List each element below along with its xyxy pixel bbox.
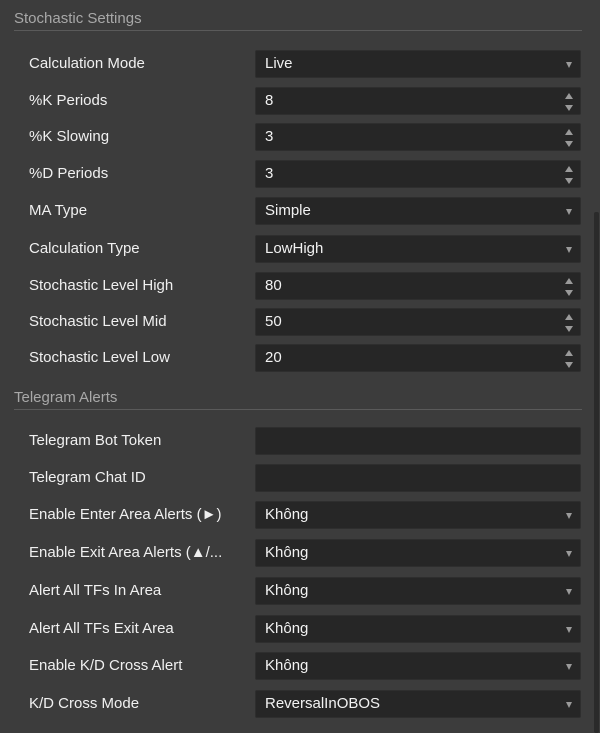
- enable-kd-cross-alert-select[interactable]: Không: [255, 652, 581, 680]
- setting-row-telegram-chat-id: Telegram Chat ID: [0, 462, 600, 494]
- setting-label: MA Type: [29, 202, 88, 219]
- alert-all-tfs-in-area-select[interactable]: Không: [255, 577, 581, 605]
- section-header-stochastic-settings: Stochastic Settings: [14, 9, 582, 31]
- scrollbar-thumb[interactable]: [594, 212, 599, 733]
- spinner-up-icon[interactable]: [565, 129, 573, 135]
- chevron-down-icon: [566, 664, 572, 670]
- k-periods-input[interactable]: 8: [255, 87, 581, 115]
- vertical-scrollbar[interactable]: [593, 0, 600, 733]
- select-value: LowHigh: [265, 240, 324, 257]
- telegram-bot-token-input[interactable]: [255, 427, 581, 455]
- kd-cross-mode-select[interactable]: ReversalInOBOS: [255, 690, 581, 718]
- input-value: 80: [265, 277, 282, 294]
- stochastic-level-mid-input[interactable]: 50: [255, 308, 581, 336]
- select-value: ReversalInOBOS: [265, 695, 381, 712]
- setting-label: Enable Enter Area Alerts (►): [29, 506, 222, 523]
- select-value: Không: [265, 582, 309, 599]
- spinner-control[interactable]: [565, 350, 573, 368]
- spinner-control[interactable]: [565, 314, 573, 332]
- select-value: Không: [265, 544, 309, 561]
- section-header-telegram-alerts: Telegram Alerts: [14, 388, 582, 410]
- alert-all-tfs-exit-area-select[interactable]: Không: [255, 615, 581, 643]
- enable-exit-area-alerts-select[interactable]: Không: [255, 539, 581, 567]
- spinner-up-icon[interactable]: [565, 350, 573, 356]
- setting-label: Alert All TFs In Area: [29, 582, 162, 599]
- setting-row-ma-type: MA Type Simple: [0, 195, 600, 227]
- stochastic-level-high-input[interactable]: 80: [255, 272, 581, 300]
- chevron-down-icon: [566, 627, 572, 633]
- setting-label: Telegram Bot Token: [29, 432, 162, 449]
- setting-label: Calculation Mode: [29, 55, 145, 72]
- chevron-down-icon: [566, 513, 572, 519]
- spinner-control[interactable]: [565, 166, 573, 184]
- setting-row-calculation-type: Calculation Type LowHigh: [0, 233, 600, 265]
- select-value: Live: [265, 55, 293, 72]
- select-value: Không: [265, 620, 309, 637]
- setting-label: %K Slowing: [29, 128, 110, 145]
- calculation-mode-select[interactable]: Live: [255, 50, 581, 78]
- settings-panel: Stochastic Settings Calculation Mode Liv…: [0, 0, 600, 733]
- chevron-down-icon: [566, 702, 572, 708]
- setting-label: Stochastic Level Low: [29, 349, 170, 366]
- chevron-down-icon: [566, 589, 572, 595]
- setting-label: Enable K/D Cross Alert: [29, 657, 183, 674]
- select-value: Simple: [265, 202, 311, 219]
- setting-label: %K Periods: [29, 92, 108, 109]
- setting-row-k-slowing: %K Slowing 3: [0, 121, 600, 153]
- setting-row-stochastic-level-low: Stochastic Level Low 20: [0, 342, 600, 374]
- enable-enter-area-alerts-select[interactable]: Không: [255, 501, 581, 529]
- ma-type-select[interactable]: Simple: [255, 197, 581, 225]
- setting-label: K/D Cross Mode: [29, 695, 140, 712]
- chevron-down-icon: [566, 62, 572, 68]
- setting-label: Calculation Type: [29, 240, 140, 257]
- setting-row-kd-cross-mode: K/D Cross Mode ReversalInOBOS: [0, 688, 600, 720]
- chevron-down-icon: [566, 247, 572, 253]
- select-value: Không: [265, 506, 309, 523]
- setting-label: Enable Exit Area Alerts (▲/...: [29, 544, 223, 561]
- setting-label: Stochastic Level Mid: [29, 313, 167, 330]
- stochastic-level-low-input[interactable]: 20: [255, 344, 581, 372]
- setting-label: Telegram Chat ID: [29, 469, 146, 486]
- input-value: 20: [265, 349, 282, 366]
- setting-row-enable-enter-area-alerts: Enable Enter Area Alerts (►) Không: [0, 499, 600, 531]
- spinner-down-icon[interactable]: [565, 141, 573, 147]
- setting-row-k-periods: %K Periods 8: [0, 85, 600, 117]
- spinner-up-icon[interactable]: [565, 314, 573, 320]
- chevron-down-icon: [566, 209, 572, 215]
- spinner-up-icon[interactable]: [565, 278, 573, 284]
- setting-row-stochastic-level-high: Stochastic Level High 80: [0, 270, 600, 302]
- telegram-chat-id-input[interactable]: [255, 464, 581, 492]
- d-periods-input[interactable]: 3: [255, 160, 581, 188]
- setting-label: Stochastic Level High: [29, 277, 174, 294]
- select-value: Không: [265, 657, 309, 674]
- setting-row-alert-all-tfs-in-area: Alert All TFs In Area Không: [0, 575, 600, 607]
- k-slowing-input[interactable]: 3: [255, 123, 581, 151]
- chevron-down-icon: [566, 551, 572, 557]
- input-value: 3: [265, 165, 274, 182]
- input-value: 50: [265, 313, 282, 330]
- setting-row-calculation-mode: Calculation Mode Live: [0, 48, 600, 80]
- spinner-down-icon[interactable]: [565, 178, 573, 184]
- setting-row-enable-exit-area-alerts: Enable Exit Area Alerts (▲/... Không: [0, 537, 600, 569]
- setting-row-d-periods: %D Periods 3: [0, 158, 600, 190]
- setting-label: Alert All TFs Exit Area: [29, 620, 174, 637]
- spinner-down-icon[interactable]: [565, 362, 573, 368]
- spinner-down-icon[interactable]: [565, 290, 573, 296]
- spinner-control[interactable]: [565, 278, 573, 296]
- spinner-up-icon[interactable]: [565, 166, 573, 172]
- setting-row-telegram-bot-token: Telegram Bot Token: [0, 425, 600, 457]
- spinner-control[interactable]: [565, 129, 573, 147]
- setting-row-stochastic-level-mid: Stochastic Level Mid 50: [0, 306, 600, 338]
- calculation-type-select[interactable]: LowHigh: [255, 235, 581, 263]
- spinner-down-icon[interactable]: [565, 105, 573, 111]
- input-value: 8: [265, 92, 274, 109]
- setting-row-alert-all-tfs-exit-area: Alert All TFs Exit Area Không: [0, 613, 600, 645]
- input-value: 3: [265, 128, 274, 145]
- spinner-down-icon[interactable]: [565, 326, 573, 332]
- setting-label: %D Periods: [29, 165, 109, 182]
- setting-row-enable-kd-cross-alert: Enable K/D Cross Alert Không: [0, 650, 600, 682]
- spinner-control[interactable]: [565, 93, 573, 111]
- spinner-up-icon[interactable]: [565, 93, 573, 99]
